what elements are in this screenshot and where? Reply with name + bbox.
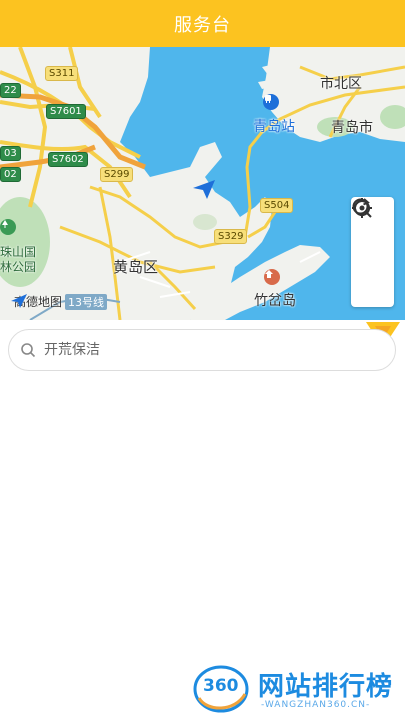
page-title: 服务台: [174, 14, 231, 36]
watermark: 360 网站排行榜 -WANGZHAN360.CN-: [193, 660, 403, 718]
road-s7601: S7601: [46, 104, 86, 119]
map-label-qingdao-city: 青岛市: [331, 120, 373, 136]
search-icon: [21, 343, 36, 358]
park-poi-icon[interactable]: [0, 219, 16, 235]
watermark-number: 360: [203, 676, 239, 696]
road-s299: S299: [100, 167, 134, 182]
watermark-domain: -WANGZHAN360.CN-: [261, 700, 371, 710]
map-locate-button[interactable]: [352, 198, 387, 303]
watermark-brand: 网站排行榜: [258, 672, 394, 702]
road-03: 03: [0, 146, 21, 161]
amap-logo-icon: [11, 294, 27, 308]
road-s504: S504: [260, 198, 294, 213]
locate-icon: [352, 198, 372, 218]
app-header: 服务台: [0, 0, 405, 47]
map-label-zhuchadao: 竹岔岛: [254, 293, 296, 309]
road-s311: S311: [45, 66, 79, 81]
road-22: 22: [0, 83, 21, 98]
island-poi-icon[interactable]: [264, 269, 280, 285]
map-view[interactable]: 市北区 青岛站 青岛市 黄岛区 竹岔岛 珠山国 林公园 S311 S7601 S…: [0, 47, 405, 320]
search-input[interactable]: [42, 341, 366, 359]
train-station-icon[interactable]: [263, 94, 279, 110]
map-refresh-button[interactable]: [354, 198, 387, 266]
map-label-qingdao-station: 青岛站: [253, 119, 295, 135]
road-02: 02: [0, 167, 21, 182]
search-bar[interactable]: [8, 329, 396, 371]
metro-line-tag: 13号线: [65, 293, 108, 310]
map-toolbar: [351, 197, 394, 307]
road-s329: S329: [214, 229, 248, 244]
map-label-shibei: 市北区: [320, 76, 362, 92]
road-s7602: S7602: [48, 152, 88, 167]
map-label-park-2: 林公园: [0, 260, 37, 274]
map-label-huangdao: 黄岛区: [113, 258, 159, 276]
map-attribution: 高德地图 13号线: [10, 293, 108, 310]
